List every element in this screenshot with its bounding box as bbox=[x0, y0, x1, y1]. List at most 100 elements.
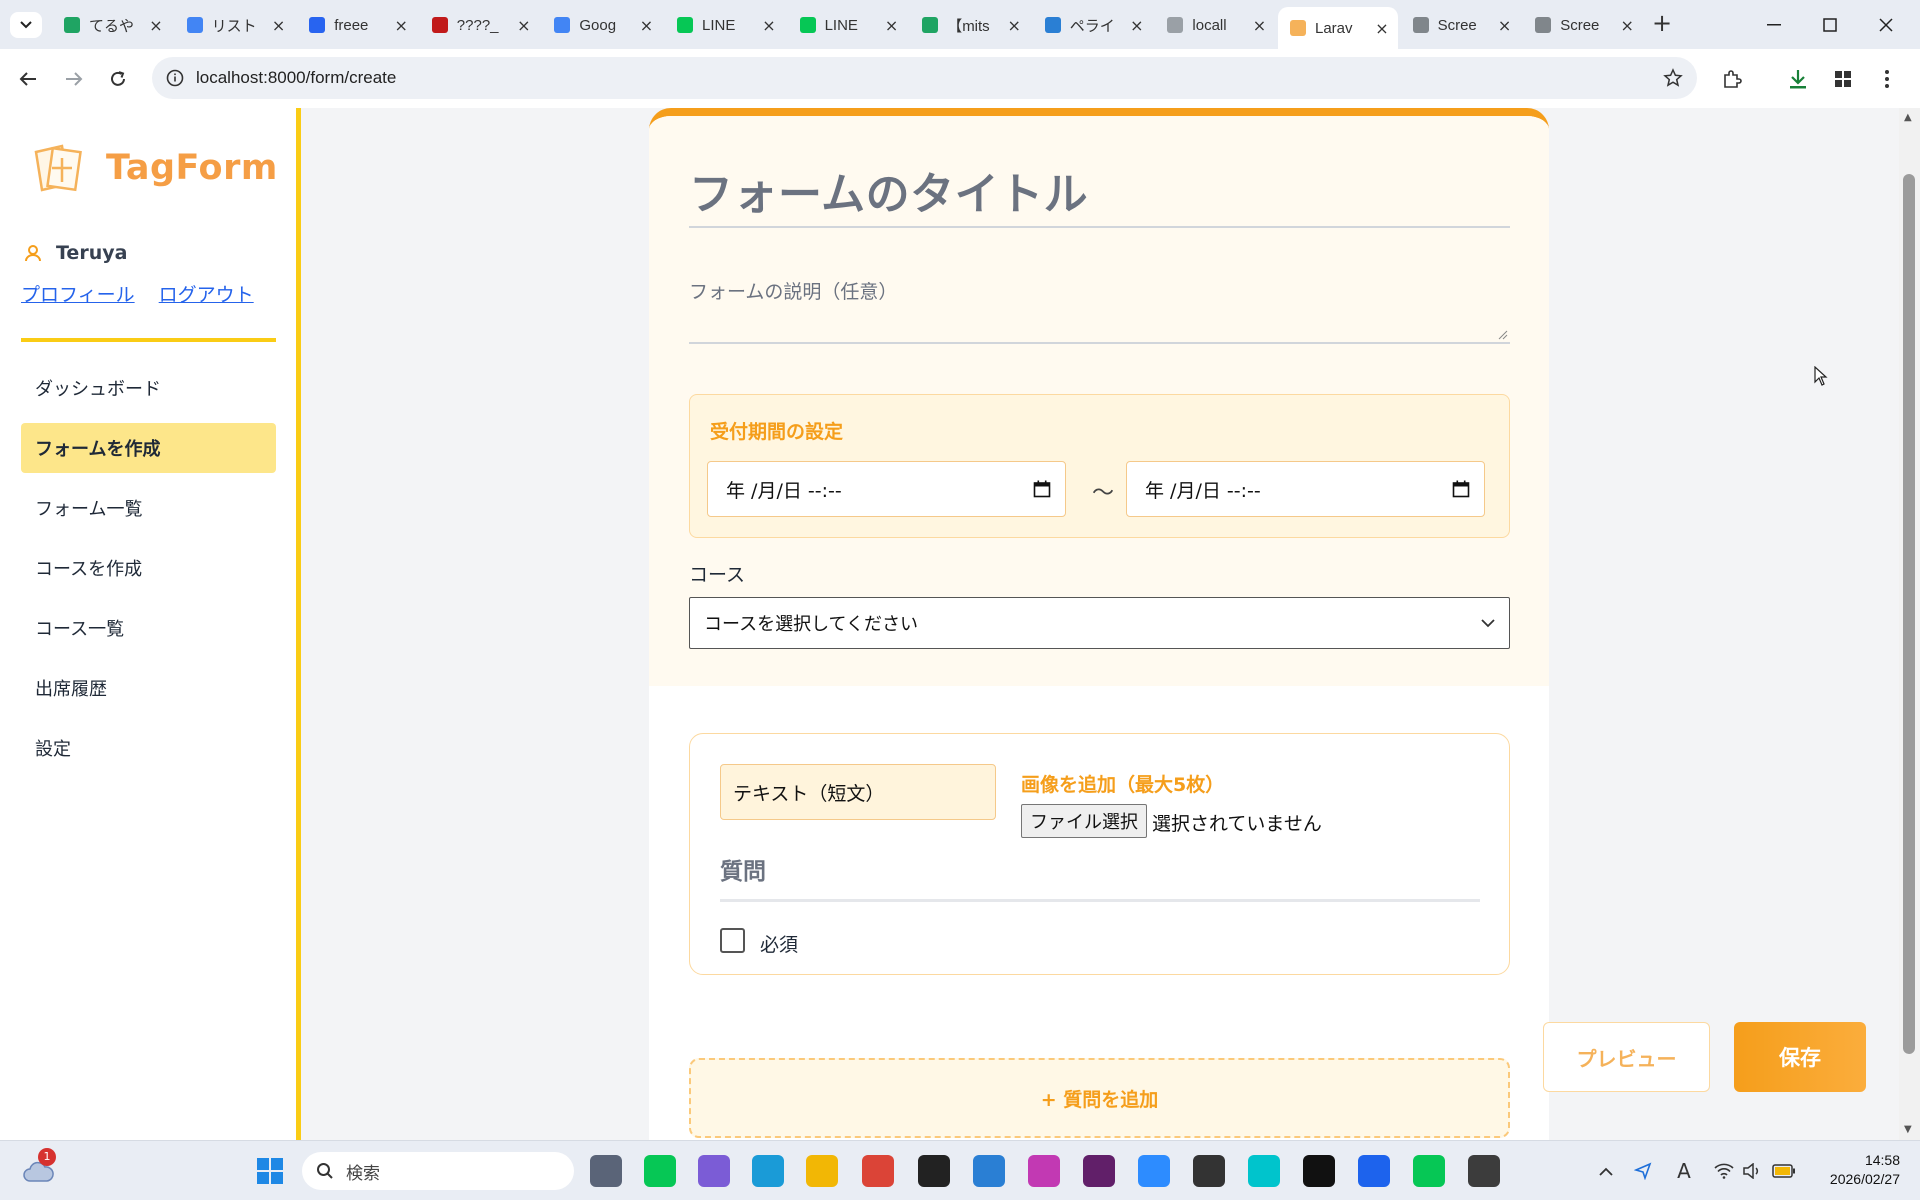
browser-tab[interactable]: Scree × bbox=[1401, 7, 1521, 43]
line-app-icon[interactable] bbox=[644, 1155, 676, 1187]
logout-link[interactable]: ログアウト bbox=[159, 284, 254, 306]
form-description-textarea[interactable]: フォームの説明（任意） bbox=[689, 274, 1510, 344]
close-tab-icon[interactable]: × bbox=[393, 16, 409, 35]
minimize-icon bbox=[1767, 23, 1781, 25]
close-window-button[interactable] bbox=[1858, 0, 1914, 49]
question-card: テキスト（短文） 画像を追加（最大5枚） ファイル選択 選択されていません 質問… bbox=[689, 733, 1510, 975]
close-tab-icon[interactable]: × bbox=[1006, 16, 1022, 35]
tablet-app-icon[interactable] bbox=[973, 1155, 1005, 1187]
required-checkbox[interactable] bbox=[720, 928, 745, 953]
calendar-icon[interactable] bbox=[1033, 480, 1051, 498]
profile-link[interactable]: プロフィール bbox=[21, 284, 135, 306]
location-tray[interactable] bbox=[1627, 1155, 1659, 1187]
file-explorer-icon[interactable] bbox=[806, 1155, 838, 1187]
close-tab-icon[interactable]: × bbox=[884, 16, 900, 35]
battery-tray[interactable] bbox=[1768, 1155, 1800, 1187]
preview-button[interactable]: プレビュー bbox=[1543, 1022, 1710, 1092]
sidebar-item[interactable]: フォームを作成 bbox=[21, 423, 276, 473]
extensions-button[interactable] bbox=[1715, 62, 1749, 96]
close-tab-icon[interactable]: × bbox=[1251, 16, 1267, 35]
volume-tray[interactable] bbox=[1736, 1155, 1768, 1187]
browser-menu-button[interactable] bbox=[1870, 62, 1904, 96]
downloads-button[interactable] bbox=[1781, 62, 1815, 96]
taskbar-search[interactable]: 検索 bbox=[302, 1152, 574, 1190]
scroll-up-icon[interactable]: ▲ bbox=[1904, 112, 1912, 123]
system-clock[interactable]: 14:58 2026/02/27 bbox=[1818, 1151, 1900, 1189]
close-tab-icon[interactable]: × bbox=[1129, 16, 1145, 35]
period-separator: 〜 bbox=[1092, 481, 1115, 506]
sidebar-item[interactable]: 設定 bbox=[21, 723, 276, 773]
close-tab-icon[interactable]: × bbox=[516, 16, 532, 35]
tab-search-dropdown[interactable] bbox=[10, 12, 42, 38]
scroll-down-icon[interactable]: ▼ bbox=[1904, 1124, 1912, 1135]
browser-tab[interactable]: LINE × bbox=[788, 7, 908, 43]
maximize-button[interactable] bbox=[1802, 0, 1858, 49]
start-button[interactable] bbox=[254, 1155, 286, 1187]
page-scrollbar[interactable]: ▲ ▼ bbox=[1899, 108, 1920, 1140]
browser-tab[interactable]: freee × bbox=[297, 7, 417, 43]
terminal-app-icon[interactable] bbox=[1468, 1155, 1500, 1187]
form-title-input[interactable]: フォームのタイトル bbox=[689, 158, 1510, 228]
scrollbar-thumb[interactable] bbox=[1903, 174, 1915, 1054]
browser-tab[interactable]: てるや × bbox=[52, 7, 172, 43]
browser-tab[interactable]: Scree × bbox=[1523, 7, 1643, 43]
task-view-icon[interactable] bbox=[590, 1155, 622, 1187]
power-app-icon[interactable] bbox=[1028, 1155, 1060, 1187]
end-datetime-input[interactable]: 年 /月/日 --:-- bbox=[1126, 461, 1485, 517]
minimize-button[interactable] bbox=[1746, 0, 1802, 49]
line-app-icon[interactable] bbox=[1413, 1155, 1445, 1187]
close-tab-icon[interactable]: × bbox=[148, 16, 164, 35]
sidebar-item[interactable]: ダッシュボード bbox=[21, 363, 276, 413]
close-tab-icon[interactable]: × bbox=[1497, 16, 1513, 35]
sidebar-item[interactable]: フォーム一覧 bbox=[21, 483, 276, 533]
browser-tab[interactable]: Larav × bbox=[1278, 7, 1398, 49]
close-tab-icon[interactable]: × bbox=[1619, 16, 1635, 35]
save-button[interactable]: 保存 bbox=[1734, 1022, 1866, 1092]
ime-indicator[interactable]: A bbox=[1668, 1155, 1700, 1187]
file-select-button[interactable]: ファイル選択 bbox=[1021, 804, 1147, 838]
back-button[interactable] bbox=[12, 63, 44, 95]
chatgpt-app-icon[interactable] bbox=[918, 1155, 950, 1187]
slack-app-icon[interactable] bbox=[1083, 1155, 1115, 1187]
question-text-input[interactable]: 質問 bbox=[720, 852, 1480, 902]
close-tab-icon[interactable]: × bbox=[271, 16, 287, 35]
sidebar-item[interactable]: コースを作成 bbox=[21, 543, 276, 593]
snipping-app-icon[interactable] bbox=[1193, 1155, 1225, 1187]
close-tab-icon[interactable]: × bbox=[638, 16, 654, 35]
edge-app-icon[interactable] bbox=[752, 1155, 784, 1187]
browser-tab[interactable]: locall × bbox=[1155, 7, 1275, 43]
address-bar[interactable]: localhost:8000/form/create bbox=[152, 57, 1697, 99]
app-logo[interactable]: TagForm bbox=[32, 144, 278, 192]
sidebar-item[interactable]: コース一覧 bbox=[21, 603, 276, 653]
show-hidden-icons[interactable] bbox=[1590, 1155, 1622, 1187]
site-info-icon[interactable] bbox=[166, 69, 184, 87]
notion-app-icon[interactable] bbox=[1303, 1155, 1335, 1187]
course-select[interactable]: コースを選択してください bbox=[689, 597, 1510, 649]
calendar-icon[interactable] bbox=[1452, 480, 1470, 498]
browser-tab[interactable]: ペライ × bbox=[1033, 7, 1153, 43]
browser-tab[interactable]: LINE × bbox=[665, 7, 785, 43]
docker-app-icon[interactable] bbox=[1358, 1155, 1390, 1187]
browser-tab[interactable]: ????_ × bbox=[420, 7, 540, 43]
bookmark-star-icon[interactable] bbox=[1663, 68, 1683, 88]
puzzle-icon bbox=[1724, 70, 1742, 88]
close-tab-icon[interactable]: × bbox=[1374, 19, 1390, 38]
image-upload-label: 画像を追加（最大5枚） bbox=[1021, 774, 1225, 796]
copilot-app-icon[interactable] bbox=[698, 1155, 730, 1187]
new-tab-button[interactable]: + bbox=[1648, 10, 1676, 38]
add-question-button[interactable]: + 質問を追加 bbox=[689, 1058, 1510, 1138]
forward-button[interactable] bbox=[58, 63, 90, 95]
resize-handle-icon[interactable] bbox=[1498, 330, 1508, 340]
close-tab-icon[interactable]: × bbox=[761, 16, 777, 35]
sidebar-item[interactable]: 出席履歴 bbox=[21, 663, 276, 713]
browser-tab[interactable]: 【mits × bbox=[910, 7, 1030, 43]
chrome-app-icon[interactable] bbox=[862, 1155, 894, 1187]
canva-app-icon[interactable] bbox=[1248, 1155, 1280, 1187]
start-datetime-input[interactable]: 年 /月/日 --:-- bbox=[707, 461, 1066, 517]
browser-tab[interactable]: リスト × bbox=[175, 7, 295, 43]
question-type-select[interactable]: テキスト（短文） bbox=[720, 764, 996, 820]
zoom-app-icon[interactable] bbox=[1138, 1155, 1170, 1187]
browser-tab[interactable]: Goog × bbox=[542, 7, 662, 43]
translate-extension-button[interactable] bbox=[1826, 62, 1860, 96]
reload-button[interactable] bbox=[102, 63, 134, 95]
